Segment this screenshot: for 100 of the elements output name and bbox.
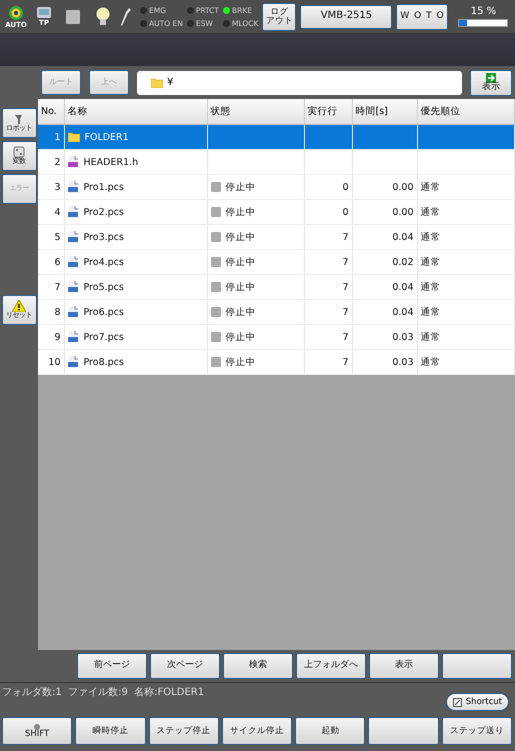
status-square-icon [210,257,220,267]
control-button[interactable]: ステップ停止 [148,717,219,745]
status-text: 停止中 [226,306,256,318]
light-bulb-icon [96,6,110,26]
status-text: 停止中 [226,230,256,244]
file-row[interactable]: 5 Pro3.pcs 停止中 7 0.04 通常 [38,224,514,250]
exec-time: 0.04 [392,306,414,318]
control-button[interactable]: 瞬時停止 [75,717,146,745]
control-button[interactable]: 起動 [295,717,366,745]
page-button[interactable]: 前ページ [77,653,147,679]
priority-text: 通常 [420,256,440,268]
file-row[interactable]: 3 Pro1.pcs 停止中 0 0.00 通常 [38,174,514,200]
shortcut-button[interactable]: Shortcut [446,693,509,711]
status-text: フォルダ数:1 ファイル数:9 名称:FOLDER1 [2,686,204,699]
path-field[interactable]: ¥ [137,70,462,94]
exec-time: 0.00 [392,206,414,218]
file-name: HEADER1.h [84,156,138,168]
dice-icon [13,146,25,158]
file-icon [68,231,78,243]
exec-time: 0.04 [392,282,414,292]
page-button[interactable]: 検索 [223,653,293,679]
column-header[interactable]: 名称 [64,99,207,124]
priority-text: 通常 [420,306,440,318]
file-name: Pro6.pcs [84,306,124,318]
control-button[interactable]: ステップ送り [442,717,512,745]
logout-button[interactable]: ログ アウト [262,2,296,30]
exec-line: 0 [342,206,348,218]
status-square-icon [210,207,220,217]
page-button[interactable]: 上フォルダへ [296,653,366,679]
row-number: 10 [38,350,64,374]
status-text: 停止中 [226,280,256,294]
file-icon [68,356,78,368]
page-button[interactable]: 表示 [369,653,439,679]
status-text: 停止中 [226,356,256,368]
progress-bar [458,19,508,27]
status-text: 停止中 [226,256,256,268]
pendant-icon [36,6,52,19]
file-name: Pro4.pcs [84,256,124,268]
page-button[interactable]: 次ページ [150,653,220,679]
exec-time: 0.03 [392,356,414,368]
column-header[interactable]: 実行行 [304,99,352,124]
file-row[interactable]: 7 Pro5.pcs 停止中 7 0.04 通常 [38,274,514,300]
exec-time: 0.02 [392,256,414,268]
status-text: 停止中 [226,330,256,344]
show-button[interactable]: 表示 [470,70,512,96]
file-row[interactable]: 9 Pro7.pcs 停止中 7 0.03 通常 [38,324,514,350]
file-row[interactable]: 10 Pro8.pcs 停止中 7 0.03 通常 [38,350,514,374]
control-button[interactable] [368,717,439,745]
status-square-icon [210,307,220,317]
file-icon [68,181,78,193]
stop-icon [66,10,80,24]
warning-icon [12,300,26,312]
exec-line: 7 [342,306,348,318]
arrow-icon [486,72,496,83]
file-name: Pro1.pcs [84,182,124,192]
file-name: Pro7.pcs [84,332,124,342]
file-row[interactable]: 4 Pro2.pcs 停止中 0 0.00 通常 [38,200,514,224]
column-header[interactable]: No. [38,99,64,124]
indicator-icon [34,724,40,730]
file-icon [68,331,78,343]
shortcut-icon [452,698,462,706]
column-header[interactable]: 時間[s] [352,99,417,124]
exec-line: 0 [342,182,348,192]
robot-name-button[interactable]: VMB-2515 [300,4,392,28]
file-icon [68,256,78,268]
file-name: Pro2.pcs [84,206,124,218]
exec-line: 7 [342,282,348,292]
control-button[interactable]: サイクル停止 [222,717,292,745]
wrench-icon [120,6,132,26]
status-square-icon [210,357,220,367]
file-row[interactable]: 2 HEADER1.h [38,150,514,174]
file-row[interactable]: 6 Pro4.pcs 停止中 7 0.02 通常 [38,250,514,274]
status-square-icon [210,232,220,242]
exec-time: 0.03 [392,332,414,342]
exec-line: 7 [342,332,348,342]
folder-icon [68,132,80,142]
status-text: 停止中 [226,180,256,194]
control-button[interactable]: SHIFT [2,717,72,745]
file-name: Pro8.pcs [84,356,124,368]
page-button[interactable] [442,653,512,679]
column-header[interactable]: 状態 [207,99,304,124]
status-square-icon [210,182,220,192]
file-icon [68,156,78,168]
exec-line: 7 [342,232,348,242]
priority-text: 通常 [420,182,440,192]
priority-text: 通常 [420,232,440,242]
file-icon [68,206,78,218]
user-button[interactable]: W O T O [396,4,448,30]
status-square-icon [210,332,220,342]
priority-text: 通常 [420,332,440,342]
priority-text: 通常 [420,206,440,218]
exec-line: 7 [342,256,348,268]
column-header[interactable]: 優先順位 [417,99,514,124]
file-name: FOLDER1 [84,132,129,142]
exec-line: 7 [342,356,348,368]
file-icon [68,281,78,293]
file-row[interactable]: 1 FOLDER1 [38,124,514,150]
progress-reading: 15 % [470,6,496,17]
priority-text: 通常 [420,282,440,292]
file-row[interactable]: 8 Pro6.pcs 停止中 7 0.04 通常 [38,300,514,324]
